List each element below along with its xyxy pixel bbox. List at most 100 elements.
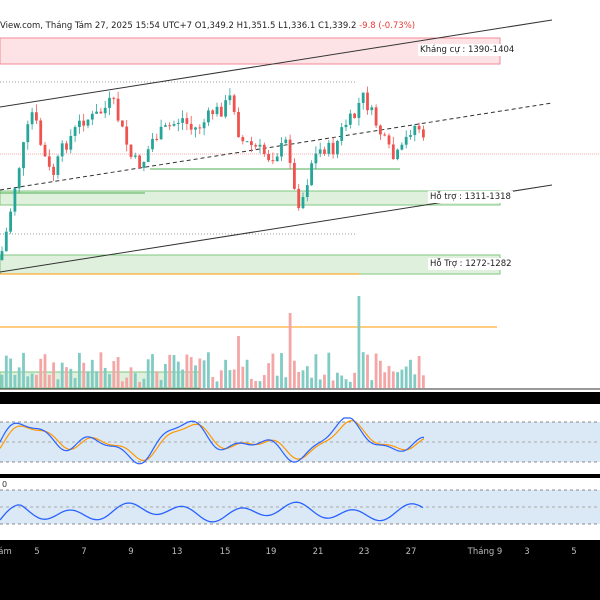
candle-body <box>13 188 17 212</box>
candle-body <box>108 97 111 108</box>
high-value: H1,351.5 <box>236 21 276 31</box>
volume-bar <box>262 375 266 388</box>
volume-bar <box>215 381 219 388</box>
volume-bar <box>280 353 283 388</box>
volume-bar <box>413 374 417 388</box>
candle-body <box>409 135 412 137</box>
volume-bar <box>146 359 150 388</box>
support2-label: Hỗ Trợ : 1272-1282 <box>428 258 514 270</box>
volume-bar <box>52 362 55 388</box>
volume-bar <box>417 356 421 388</box>
candle-body <box>138 155 141 168</box>
candle-body <box>99 111 103 114</box>
candle-body <box>202 122 206 129</box>
stochastic-svg[interactable] <box>0 404 600 474</box>
candle-body <box>219 106 223 117</box>
stochastic-panel[interactable] <box>0 404 600 474</box>
volume-bar <box>82 362 86 388</box>
candle-body <box>47 156 51 167</box>
channel-mid-line <box>0 102 553 191</box>
candle-body <box>116 98 120 121</box>
volume-bar <box>13 374 17 388</box>
volume-bar <box>297 371 301 388</box>
volume-bar <box>129 367 133 388</box>
candle-body <box>258 144 262 147</box>
candle-body <box>275 156 279 162</box>
volume-bar <box>86 371 90 388</box>
volume-bar <box>366 354 369 388</box>
candle-body <box>30 112 34 125</box>
volume-bar <box>26 376 30 388</box>
volume-bar <box>422 375 425 388</box>
volume-bar <box>207 352 210 388</box>
volume-bar <box>387 366 391 388</box>
candle-body <box>361 92 365 103</box>
volume-bar <box>327 352 331 388</box>
candle-body <box>293 162 296 189</box>
candle-body <box>82 120 86 126</box>
volume-bar <box>103 367 107 388</box>
volume-bar <box>9 358 12 388</box>
time-axis[interactable] <box>0 542 600 562</box>
candle-body <box>344 124 348 128</box>
rsi-svg[interactable] <box>0 478 600 540</box>
volume-bar <box>90 359 94 388</box>
time-axis-label: ám <box>0 547 12 557</box>
candle-body <box>185 118 189 124</box>
time-axis-label: 7 <box>81 547 87 557</box>
candle-body <box>35 112 38 121</box>
time-axis-label: 21 <box>312 547 324 557</box>
volume-bar <box>60 362 64 388</box>
candle-body <box>181 118 184 123</box>
volume-bar <box>404 366 408 388</box>
volume-bar <box>374 353 378 388</box>
candle-body <box>207 110 210 123</box>
candle-body <box>379 125 382 135</box>
rsi-panel[interactable] <box>0 478 600 540</box>
candle-body <box>232 95 236 112</box>
volume-bar <box>142 378 146 388</box>
candle-body <box>297 188 301 209</box>
volume-bar <box>370 380 374 388</box>
candle-body <box>413 125 417 136</box>
candle-body <box>348 113 352 125</box>
candle-body <box>250 141 253 146</box>
candle-body <box>164 125 167 127</box>
candle-body <box>112 97 116 99</box>
candle-body <box>103 107 107 114</box>
candle-body <box>404 136 408 145</box>
volume-bar <box>353 372 356 388</box>
price-chart-panel[interactable]: View.com, Tháng Tám 27, 2025 15:54 UTC+7… <box>0 0 600 392</box>
candle-body <box>267 153 270 161</box>
volume-bar <box>361 352 365 388</box>
time-axis-label: 23 <box>358 547 370 557</box>
candle-body <box>176 122 180 124</box>
volume-bar <box>400 369 404 388</box>
volume-bar <box>47 374 51 388</box>
volume-bar <box>73 378 77 388</box>
candle-body <box>366 92 369 111</box>
volume-bar <box>267 363 270 388</box>
volume-bar <box>232 369 236 388</box>
candle-body <box>422 129 425 138</box>
candle-body <box>52 166 55 175</box>
volume-bar <box>305 366 309 388</box>
source-label: View.com, Tháng Tám 27, 2025 15:54 UTC+7 <box>0 21 193 31</box>
resistance-label: Kháng cự : 1390-1404 <box>418 44 517 56</box>
volume-bar <box>293 360 296 388</box>
time-axis-label: 27 <box>405 547 417 557</box>
candle-body <box>228 95 232 101</box>
volume-bar <box>258 381 262 388</box>
candle-body <box>9 211 12 232</box>
volume-bar <box>39 358 43 388</box>
low-value: L1,336.1 <box>278 21 316 31</box>
candle-body <box>323 149 326 154</box>
volume-bar <box>348 381 352 388</box>
volume-bar <box>133 373 137 388</box>
candle-body <box>318 149 322 154</box>
candle-body <box>60 143 64 157</box>
time-axis-label: 9 <box>128 547 134 557</box>
volume-bar <box>43 354 47 388</box>
volume-bar <box>250 378 253 388</box>
volume-bar <box>30 373 34 388</box>
